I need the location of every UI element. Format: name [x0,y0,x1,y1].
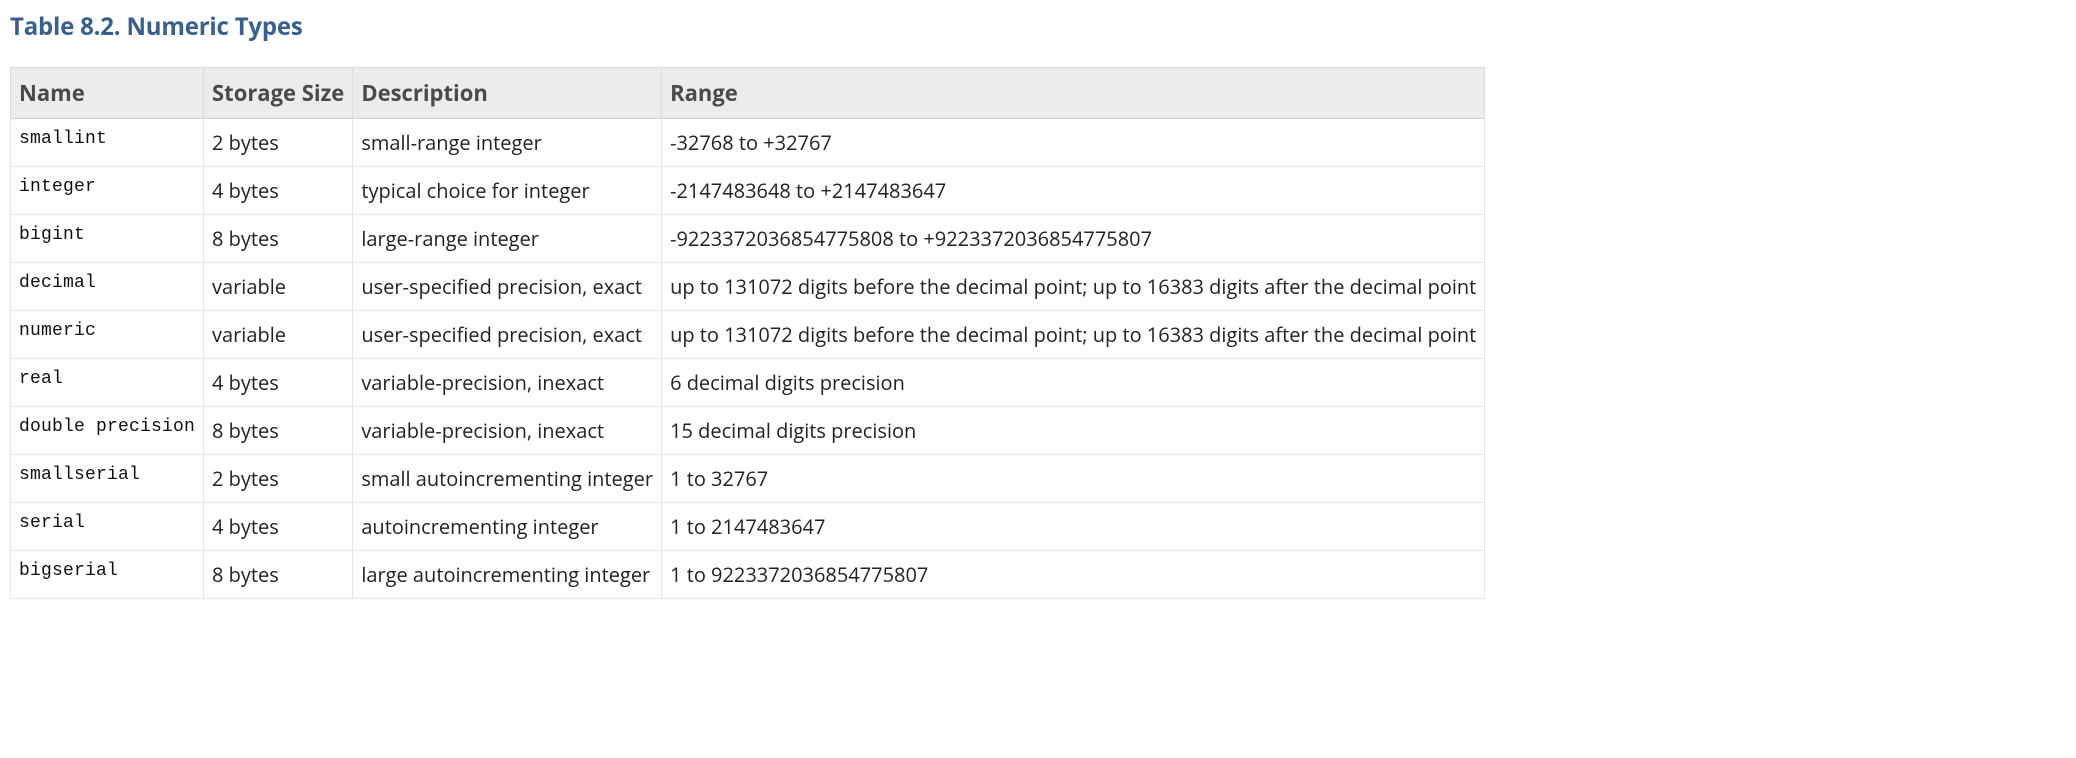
cell-name: numeric [11,311,204,359]
cell-description: large autoincrementing integer [353,551,662,599]
cell-name: bigserial [11,551,204,599]
cell-name: real [11,359,204,407]
cell-storage: 8 bytes [204,407,353,455]
table-row: serial 4 bytes autoincrementing integer … [11,503,1485,551]
cell-range: up to 131072 digits before the decimal p… [662,311,1485,359]
cell-storage: 2 bytes [204,119,353,167]
cell-description: autoincrementing integer [353,503,662,551]
cell-description: small autoincrementing integer [353,455,662,503]
cell-range: up to 131072 digits before the decimal p… [662,263,1485,311]
cell-storage: variable [204,263,353,311]
cell-name: decimal [11,263,204,311]
header-description: Description [353,68,662,119]
cell-range: 1 to 2147483647 [662,503,1485,551]
table-title: Table 8.2. Numeric Types [10,10,2066,43]
cell-range: 1 to 32767 [662,455,1485,503]
cell-range: -32768 to +32767 [662,119,1485,167]
cell-storage: 8 bytes [204,215,353,263]
header-storage: Storage Size [204,68,353,119]
cell-description: small-range integer [353,119,662,167]
table-row: numeric variable user-specified precisio… [11,311,1485,359]
cell-name: serial [11,503,204,551]
cell-storage: 2 bytes [204,455,353,503]
cell-description: typical choice for integer [353,167,662,215]
cell-storage: 4 bytes [204,359,353,407]
cell-description: user-specified precision, exact [353,263,662,311]
table-header-row: Name Storage Size Description Range [11,68,1485,119]
table-row: decimal variable user-specified precisio… [11,263,1485,311]
header-name: Name [11,68,204,119]
cell-range: 15 decimal digits precision [662,407,1485,455]
cell-description: variable-precision, inexact [353,359,662,407]
cell-name: smallint [11,119,204,167]
cell-storage: 4 bytes [204,503,353,551]
table-row: bigserial 8 bytes large autoincrementing… [11,551,1485,599]
table-row: integer 4 bytes typical choice for integ… [11,167,1485,215]
cell-storage: variable [204,311,353,359]
cell-storage: 4 bytes [204,167,353,215]
table-row: smallint 2 bytes small-range integer -32… [11,119,1485,167]
cell-name: double precision [11,407,204,455]
cell-description: user-specified precision, exact [353,311,662,359]
cell-description: large-range integer [353,215,662,263]
cell-description: variable-precision, inexact [353,407,662,455]
cell-range: 1 to 9223372036854775807 [662,551,1485,599]
cell-range: 6 decimal digits precision [662,359,1485,407]
table-row: bigint 8 bytes large-range integer -9223… [11,215,1485,263]
table-row: real 4 bytes variable-precision, inexact… [11,359,1485,407]
cell-name: integer [11,167,204,215]
cell-name: bigint [11,215,204,263]
cell-name: smallserial [11,455,204,503]
table-row: double precision 8 bytes variable-precis… [11,407,1485,455]
cell-range: -9223372036854775808 to +922337203685477… [662,215,1485,263]
header-range: Range [662,68,1485,119]
cell-range: -2147483648 to +2147483647 [662,167,1485,215]
numeric-types-table: Name Storage Size Description Range smal… [10,67,1485,599]
table-row: smallserial 2 bytes small autoincrementi… [11,455,1485,503]
cell-storage: 8 bytes [204,551,353,599]
